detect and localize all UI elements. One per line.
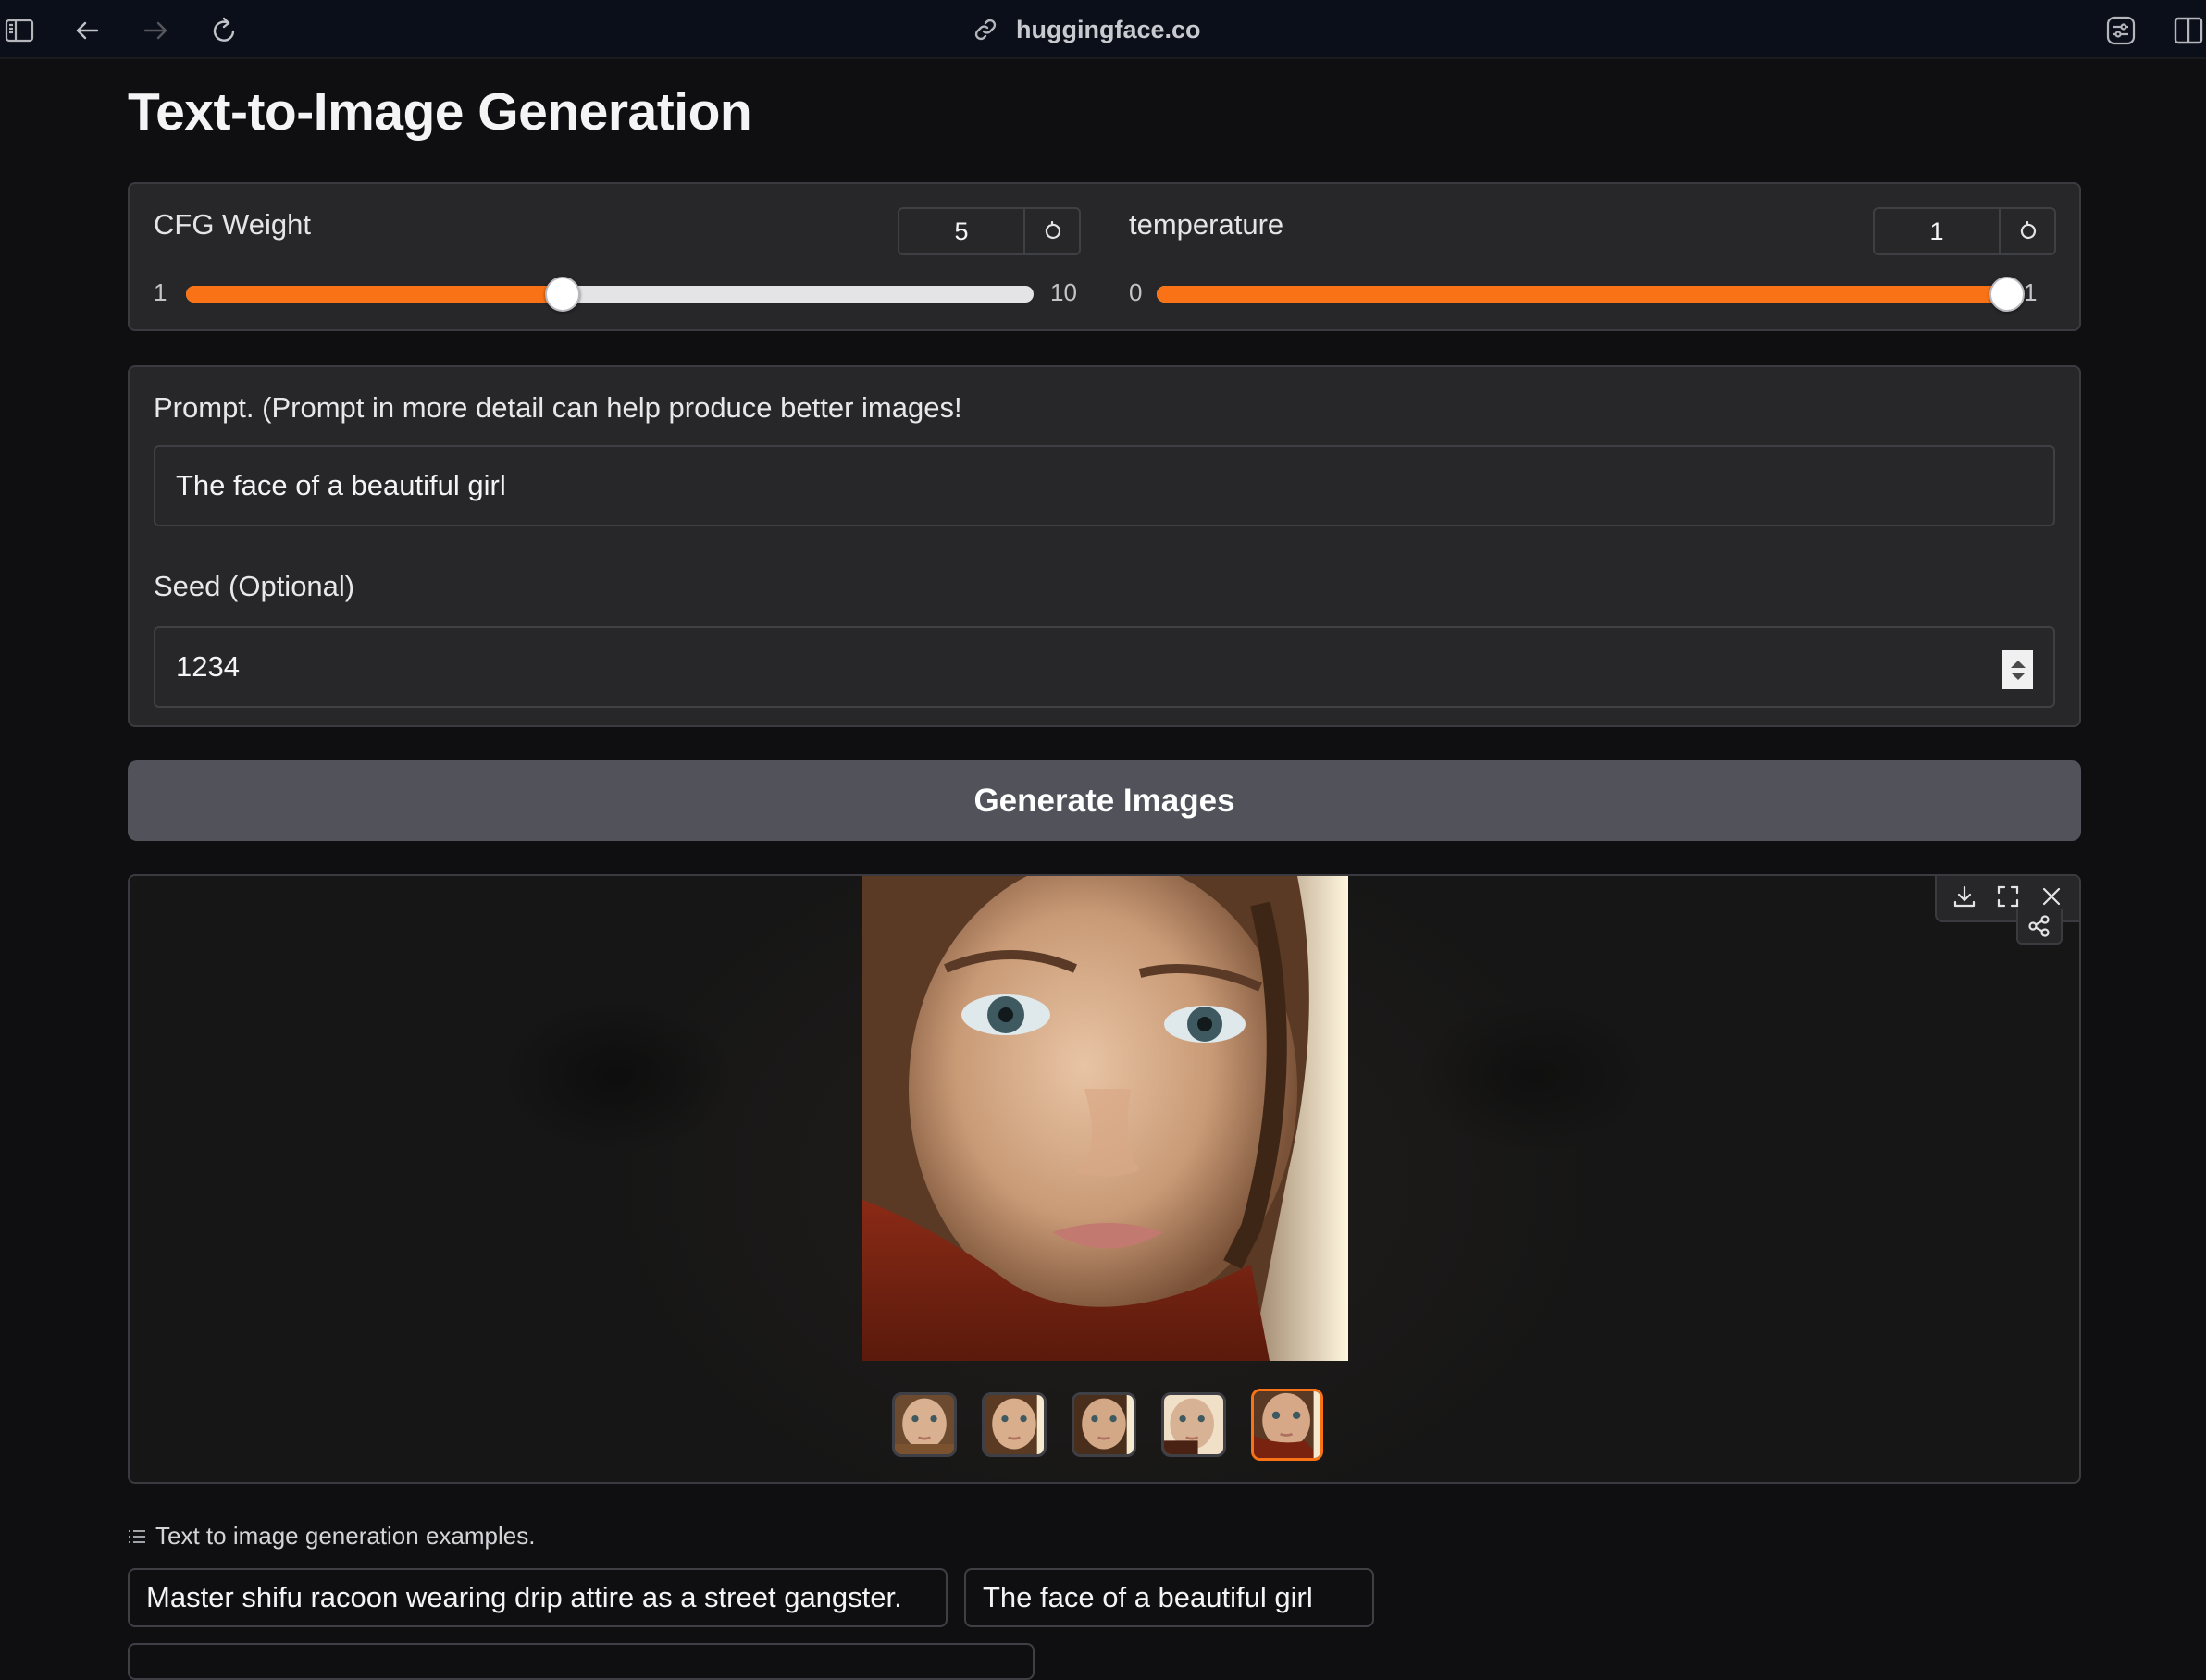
share-button[interactable] (2016, 909, 2063, 945)
cfg-weight-input[interactable]: 5 (899, 209, 1025, 253)
sidebar-toggle-icon[interactable] (4, 15, 35, 46)
stepper-up-icon[interactable] (2010, 660, 2026, 668)
example-item[interactable]: Master shifu racoon wearing drip attire … (128, 1568, 948, 1627)
page-title: Text-to-Image Generation (128, 82, 752, 142)
temperature-slider-group: temperature 1 0 1 (1105, 184, 2081, 329)
browser-toolbar: huggingface.co (0, 0, 2206, 59)
temperature-max-label: 1 (2024, 278, 2038, 306)
reset-icon (2020, 221, 2036, 239)
cfg-weight-max-label: 10 (1050, 278, 1077, 306)
cfg-weight-label: CFG Weight (154, 208, 311, 241)
back-arrow-icon[interactable] (72, 15, 104, 46)
url-text: huggingface.co (1016, 15, 1201, 43)
temperature-slider[interactable] (1157, 277, 2025, 312)
gallery-thumbnail[interactable] (891, 1392, 957, 1457)
generate-images-button[interactable]: Generate Images (128, 760, 2081, 841)
gallery-thumbnail[interactable] (981, 1392, 1047, 1457)
prompt-input[interactable]: The face of a beautiful girl (154, 445, 2055, 526)
download-button[interactable] (1952, 884, 1977, 913)
temperature-input[interactable]: 1 (1875, 209, 2001, 253)
seed-value: 1234 (176, 650, 240, 683)
share-icon (2028, 915, 2050, 937)
thumbnail-strip (130, 1389, 2079, 1461)
seed-input[interactable]: 1234 (154, 626, 2055, 708)
reload-icon[interactable] (208, 15, 240, 46)
image-gallery (128, 874, 2081, 1484)
temperature-label: temperature (1129, 208, 1284, 241)
temperature-slider-thumb[interactable] (1989, 277, 2025, 312)
address-bar[interactable]: huggingface.co (972, 13, 1201, 46)
cfg-weight-slider[interactable] (186, 277, 1034, 312)
download-icon (1953, 885, 1975, 907)
forward-arrow-icon[interactable] (140, 15, 171, 46)
generated-image[interactable] (862, 876, 1348, 1361)
sliders-icon[interactable] (2105, 15, 2137, 46)
fullscreen-button[interactable] (1996, 884, 2020, 913)
temperature-slider-fill (1157, 286, 2007, 303)
examples-header: Text to image generation examples. (128, 1522, 535, 1550)
examples-label: Text to image generation examples. (155, 1522, 536, 1550)
close-icon (2043, 887, 2061, 905)
gallery-thumbnail[interactable] (1071, 1392, 1136, 1457)
split-view-icon[interactable] (2173, 15, 2204, 46)
gallery-thumbnail-selected[interactable] (1250, 1389, 1323, 1461)
link-icon (974, 19, 997, 41)
temperature-min-label: 0 (1129, 278, 1143, 306)
example-item[interactable]: The face of a beautiful girl (964, 1568, 1374, 1627)
temperature-number-box: 1 (1873, 207, 2056, 255)
prompt-label: Prompt. (Prompt in more detail can help … (154, 391, 962, 424)
stepper-down-icon[interactable] (2010, 672, 2026, 680)
cfg-weight-slider-fill (186, 286, 564, 303)
portrait-image (862, 876, 1348, 1361)
fullscreen-icon (1997, 885, 2019, 907)
list-icon (129, 1529, 145, 1543)
example-item-partial[interactable] (128, 1643, 1035, 1680)
cfg-weight-number-box: 5 (898, 207, 1081, 255)
cfg-weight-slider-thumb[interactable] (545, 277, 581, 312)
seed-label: Seed (Optional) (154, 570, 355, 602)
prompt-panel: Prompt. (Prompt in more detail can help … (128, 365, 2081, 727)
sliders-panel: CFG Weight 5 1 10 temperature 1 0 1 (128, 182, 2081, 331)
close-gallery-button[interactable] (2039, 884, 2063, 913)
temperature-reset-button[interactable] (2001, 209, 2054, 253)
reset-icon (1045, 221, 1060, 239)
cfg-weight-min-label: 1 (154, 278, 167, 306)
gallery-thumbnail[interactable] (1160, 1392, 1226, 1457)
seed-stepper[interactable] (2002, 650, 2033, 689)
cfg-weight-reset-button[interactable] (1025, 209, 1079, 253)
cfg-weight-slider-group: CFG Weight 5 1 10 (130, 184, 1105, 329)
